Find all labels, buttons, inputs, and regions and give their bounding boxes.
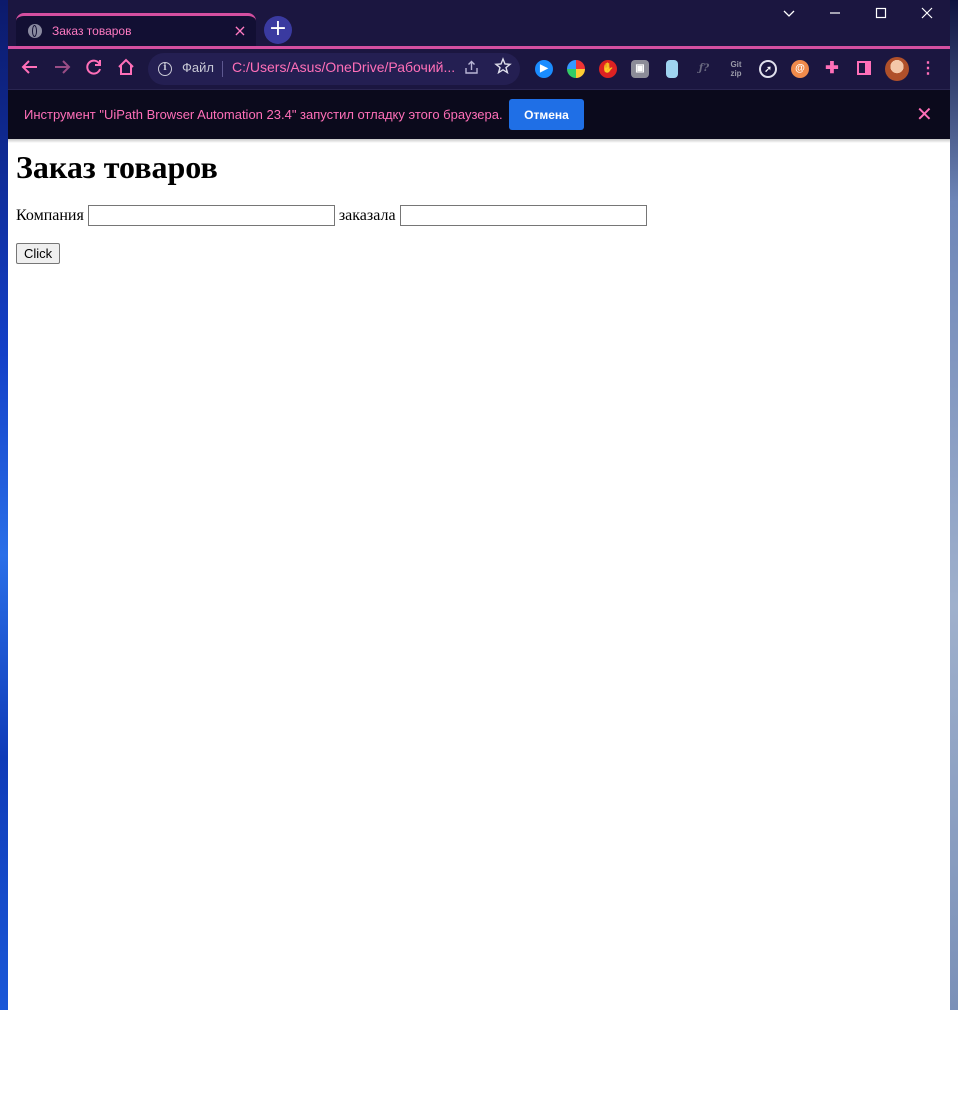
spiral-icon[interactable]: @ [791, 60, 809, 78]
info-icon[interactable]: i [158, 62, 172, 76]
sidepanel-icon[interactable] [855, 60, 873, 78]
photo-icon[interactable]: ▣ [631, 60, 649, 78]
infobar-message: Инструмент "UiPath Browser Automation 23… [24, 107, 503, 122]
close-infobar-icon[interactable]: ✕ [916, 102, 933, 126]
infobar-shadow [8, 139, 950, 143]
desktop-wallpaper-left [0, 0, 8, 1010]
page-content: Заказ товаров Компания заказала Click [16, 148, 936, 264]
order-form-row: Компания заказала [16, 205, 936, 226]
company-input[interactable] [87, 205, 335, 226]
ordered-input[interactable] [399, 205, 647, 226]
company-label: Компания [16, 206, 84, 224]
desktop-wallpaper-right [950, 0, 958, 1010]
home-icon[interactable] [114, 57, 138, 81]
click-button[interactable]: Click [16, 243, 61, 264]
puzzle-icon[interactable]: ✚ [823, 60, 841, 78]
browser-tab[interactable]: Заказ товаров × [16, 13, 256, 46]
address-bar[interactable]: i Файл C:/Users/Asus/OneDrive/Рабочий... [148, 53, 520, 85]
cancel-debug-button[interactable]: Отмена [509, 99, 584, 130]
menu-icon[interactable]: ⋮ [919, 60, 937, 78]
tab-title: Заказ товаров [52, 24, 132, 38]
forward-icon[interactable] [50, 57, 74, 81]
debug-infobar: Инструмент "UiPath Browser Automation 23… [8, 89, 950, 140]
profile-avatar[interactable] [885, 57, 909, 81]
new-tab-button[interactable]: + [264, 16, 292, 44]
globe-icon [28, 24, 42, 38]
reload-icon[interactable] [82, 57, 106, 81]
address-separator [222, 61, 223, 77]
tab-search-icon[interactable] [777, 6, 801, 24]
back-icon[interactable] [18, 57, 42, 81]
address-scheme-label: Файл [182, 60, 214, 75]
cast-icon[interactable] [666, 60, 678, 78]
stop-icon[interactable]: ✋ [599, 60, 617, 78]
maximize-icon[interactable] [869, 6, 893, 24]
tab-close-icon[interactable]: × [232, 23, 248, 39]
bookmark-star-icon[interactable] [494, 57, 512, 80]
ordered-label: заказала [338, 206, 396, 224]
share-icon[interactable] [464, 59, 480, 79]
fx-icon[interactable]: ƒ? [695, 60, 713, 78]
title-bar: Заказ товаров × + [8, 0, 950, 46]
close-window-icon[interactable] [915, 6, 939, 24]
colorpicker-icon[interactable] [567, 60, 585, 78]
compass-icon[interactable]: ➚ [759, 60, 777, 78]
page-title: Заказ товаров [16, 149, 218, 185]
gitzip-icon[interactable]: Git zip [727, 60, 745, 78]
minimize-icon[interactable] [823, 6, 847, 24]
address-url[interactable]: C:/Users/Asus/OneDrive/Рабочий... [232, 59, 455, 75]
video-icon[interactable]: ▶ [535, 60, 553, 78]
browser-window: Заказ товаров × + i Файл C:/Users/Asus/O… [8, 0, 950, 1010]
browser-toolbar: i Файл C:/Users/Asus/OneDrive/Рабочий...… [8, 49, 950, 89]
